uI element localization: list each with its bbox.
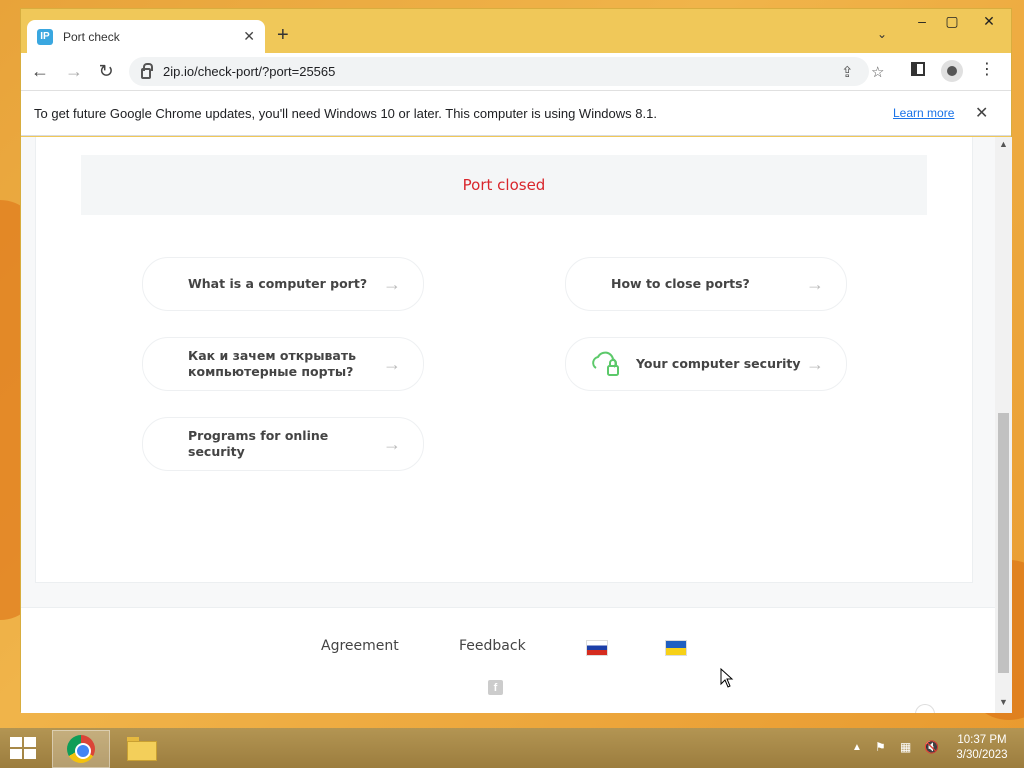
arrow-right-icon: → bbox=[806, 353, 824, 374]
vertical-scrollbar[interactable]: ▲ ▼ bbox=[995, 137, 1012, 713]
arrow-right-icon: → bbox=[806, 273, 824, 294]
favicon-icon: IP bbox=[37, 28, 53, 45]
profile-avatar-icon[interactable] bbox=[941, 60, 963, 82]
maximize-button[interactable]: ▢ bbox=[939, 13, 965, 30]
url-text[interactable]: 2ip.io/check-port/?port=25565 bbox=[163, 64, 335, 79]
update-infobar: To get future Google Chrome updates, you… bbox=[21, 90, 1011, 136]
link-label: How to close ports? bbox=[611, 276, 750, 291]
network-icon[interactable]: ▦ bbox=[900, 740, 911, 754]
link-label: Как и зачем открывать компьютерные порты… bbox=[188, 348, 356, 379]
status-box: Port closed bbox=[81, 155, 927, 215]
link-label: What is a computer port? bbox=[188, 276, 368, 291]
tab-close-icon[interactable]: ✕ bbox=[243, 28, 255, 45]
scroll-up-arrow-icon[interactable]: ▲ bbox=[999, 139, 1008, 149]
forward-button[interactable]: → bbox=[63, 61, 85, 81]
windows-start-icon[interactable] bbox=[10, 737, 38, 761]
volume-muted-icon[interactable]: 🔇 bbox=[924, 740, 939, 754]
side-panel-icon[interactable] bbox=[911, 62, 925, 76]
link-label: Your computer security bbox=[636, 356, 801, 371]
bookmark-star-icon[interactable]: ☆ bbox=[871, 63, 884, 81]
scroll-down-arrow-icon[interactable]: ▼ bbox=[999, 697, 1008, 707]
address-bar[interactable]: 2ip.io/check-port/?port=25565 ⇪ ☆ bbox=[129, 57, 884, 86]
close-window-button[interactable]: ✕ bbox=[976, 13, 1002, 30]
cloud-lock-icon bbox=[592, 351, 619, 376]
page-viewport: Port closed What is a computer port? → H… bbox=[21, 137, 995, 713]
arrow-right-icon: → bbox=[383, 353, 401, 374]
menu-dots-icon[interactable]: ⋮ bbox=[979, 59, 995, 79]
browser-tab[interactable]: IP Port check ✕ bbox=[27, 20, 265, 53]
result-card: Port closed What is a computer port? → H… bbox=[35, 137, 973, 583]
taskbar: ▲ ⚑ ▦ 🔇 10:37 PM 3/30/2023 bbox=[0, 728, 1024, 768]
browser-toolbar: ← → ↻ 2ip.io/check-port/?port=25565 ⇪ ☆ … bbox=[21, 53, 1011, 90]
arrow-right-icon: → bbox=[383, 273, 401, 294]
scrollbar-thumb[interactable] bbox=[998, 413, 1009, 673]
facebook-icon[interactable]: f bbox=[488, 680, 503, 695]
tab-title: Port check bbox=[63, 29, 120, 44]
clock-date: 3/30/2023 bbox=[956, 749, 1008, 761]
show-hidden-icons-icon[interactable]: ▲ bbox=[852, 742, 862, 753]
new-tab-button[interactable]: + bbox=[277, 25, 289, 45]
link-label: Programs for online security bbox=[188, 428, 329, 459]
mouse-cursor-icon bbox=[720, 667, 734, 688]
infobar-close-icon[interactable]: ✕ bbox=[975, 103, 988, 123]
scroll-up-icon[interactable] bbox=[915, 704, 935, 713]
lock-icon[interactable] bbox=[141, 63, 153, 79]
chrome-taskbar-icon[interactable] bbox=[52, 730, 110, 768]
reload-button[interactable]: ↻ bbox=[95, 61, 117, 81]
ru-flag-icon[interactable] bbox=[586, 640, 608, 656]
chrome-window: IP Port check ✕ + ⌄ – ▢ ✕ ← → ↻ 2ip.io/c… bbox=[20, 8, 1012, 713]
feedback-link[interactable]: Feedback bbox=[459, 638, 526, 654]
file-explorer-icon[interactable] bbox=[125, 735, 159, 763]
link-open-ports-ru[interactable]: Как и зачем открывать компьютерные порты… bbox=[142, 337, 424, 391]
minimize-button[interactable]: – bbox=[909, 13, 935, 29]
arrow-right-icon: → bbox=[383, 433, 401, 454]
title-bar: IP Port check ✕ + ⌄ – ▢ ✕ bbox=[21, 9, 1011, 53]
share-icon[interactable]: ⇪ bbox=[841, 63, 854, 81]
ua-flag-icon[interactable] bbox=[665, 640, 687, 656]
page-footer: Agreement Feedback f bbox=[21, 607, 995, 713]
system-clock[interactable]: 10:37 PM 3/30/2023 bbox=[946, 733, 1018, 763]
tab-search-chevron-icon[interactable]: ⌄ bbox=[877, 27, 887, 41]
port-status: Port closed bbox=[462, 176, 546, 194]
infobar-message: To get future Google Chrome updates, you… bbox=[34, 105, 657, 121]
action-center-flag-icon[interactable]: ⚑ bbox=[875, 740, 886, 754]
agreement-link[interactable]: Agreement bbox=[321, 638, 399, 654]
back-button[interactable]: ← bbox=[29, 61, 51, 81]
learn-more-link[interactable]: Learn more bbox=[893, 106, 954, 120]
link-computer-security[interactable]: Your computer security → bbox=[565, 337, 847, 391]
clock-time: 10:37 PM bbox=[957, 734, 1007, 746]
link-what-is-port[interactable]: What is a computer port? → bbox=[142, 257, 424, 311]
link-how-to-close[interactable]: How to close ports? → bbox=[565, 257, 847, 311]
link-security-programs[interactable]: Programs for online security → bbox=[142, 417, 424, 471]
